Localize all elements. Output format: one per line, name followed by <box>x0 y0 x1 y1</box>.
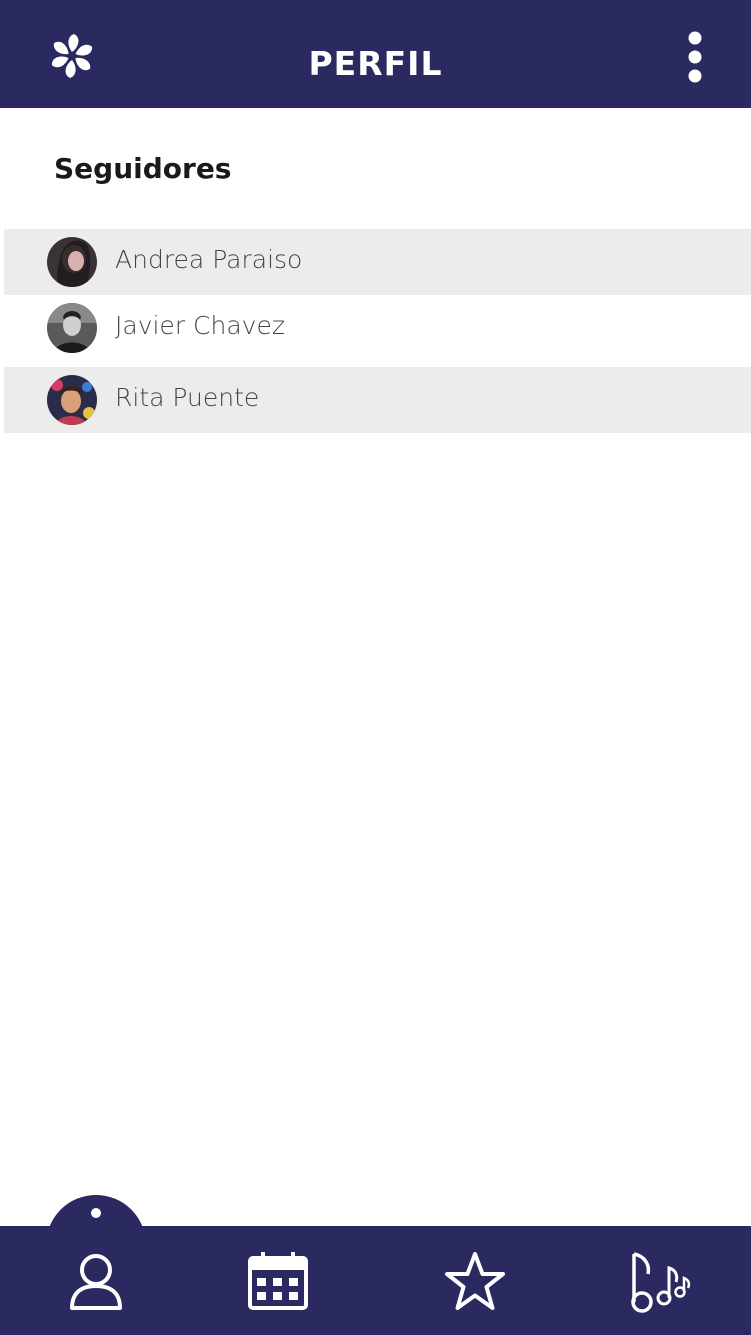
followers-heading: Seguidores <box>54 152 232 185</box>
avatar[interactable] <box>47 303 97 353</box>
app-screen: PERFIL Seguidores Andrea Paraiso Javier … <box>0 0 751 1335</box>
page-title: PERFIL <box>308 44 443 83</box>
follower-name: Javier Chavez <box>115 311 285 340</box>
follower-row[interactable]: Javier Chavez <box>4 295 751 367</box>
follower-row[interactable]: Andrea Paraiso <box>4 229 751 295</box>
avatar[interactable] <box>47 237 97 287</box>
music-notes-icon[interactable] <box>626 1248 694 1316</box>
more-vertical-icon[interactable] <box>682 30 708 84</box>
followers-list: Andrea Paraiso Javier Chavez Rita Puente <box>4 229 751 433</box>
follower-name: Andrea Paraiso <box>115 245 303 274</box>
avatar[interactable] <box>47 375 97 425</box>
follower-row[interactable]: Rita Puente <box>4 367 751 433</box>
calendar-icon[interactable] <box>244 1248 312 1316</box>
top-app-bar: PERFIL <box>0 0 751 108</box>
star-icon[interactable] <box>441 1248 509 1316</box>
active-tab-dot <box>91 1208 101 1218</box>
follower-name: Rita Puente <box>115 383 260 412</box>
user-icon[interactable] <box>62 1248 130 1316</box>
